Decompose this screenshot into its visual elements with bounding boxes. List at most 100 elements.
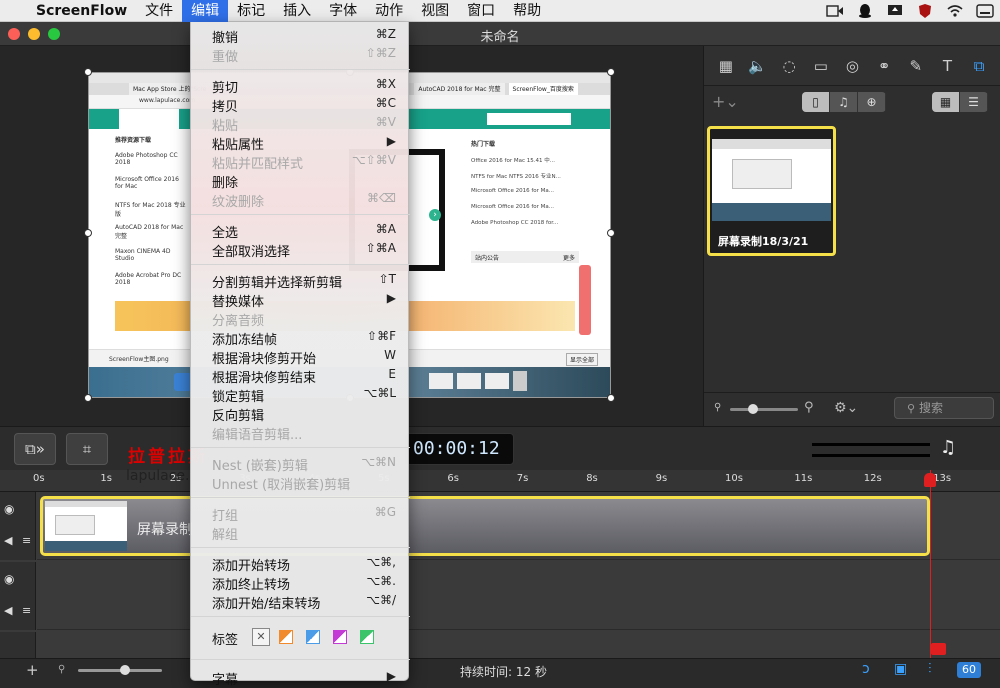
fps-badge[interactable]: 60 xyxy=(957,662,981,678)
media-type-segment: ▯ ♫ ⊕ xyxy=(802,92,886,112)
timeline-tracks: ◉ ◀ ≡ ◉ ◀ ≡ 屏幕录制 xyxy=(0,492,1000,658)
qq-icon[interactable] xyxy=(856,3,874,19)
resize-handle[interactable] xyxy=(607,394,615,402)
menu-item[interactable]: 剪切 ⌘X xyxy=(191,76,410,96)
menu-item-label: 根据滑块修剪结束 xyxy=(212,371,317,386)
list-view-icon[interactable]: ☰ xyxy=(960,92,988,112)
audio-waveform-icon[interactable]: ⫶ xyxy=(928,661,932,677)
tag-color-swatch[interactable] xyxy=(306,630,320,644)
tag-color-swatch[interactable] xyxy=(279,630,293,644)
menu-item-shortcut: ⇧⌘Z xyxy=(365,46,396,60)
menu-item-shortcut: ⌘G xyxy=(374,505,396,519)
resize-handle[interactable] xyxy=(84,68,92,76)
menu-font[interactable]: 字体 xyxy=(320,0,366,22)
upload-status-icon[interactable] xyxy=(886,3,904,19)
thumbnail-size-slider[interactable] xyxy=(730,404,798,414)
menu-item[interactable]: 根据滑块修剪开始 W xyxy=(191,347,410,367)
menu-item[interactable]: 添加终止转场 ⌥⌘. xyxy=(191,573,410,593)
canvas-options-button[interactable]: ⧉» xyxy=(14,433,56,465)
menu-mark[interactable]: 标记 xyxy=(228,0,274,22)
menu-item-label: 粘贴属性 xyxy=(212,138,265,153)
no-tag-swatch[interactable]: ✕ xyxy=(252,628,270,646)
timeline-zoom-slider[interactable] xyxy=(78,665,162,675)
menu-item[interactable]: 添加开始转场 ⌥⌘, xyxy=(191,554,410,574)
menu-item[interactable]: 添加冻结帧 ⇧⌘F xyxy=(191,328,410,348)
track-menu-icon[interactable]: ≡ xyxy=(22,604,31,617)
annotation-icon[interactable]: ✎ xyxy=(905,57,927,75)
timeline-clip[interactable]: 屏幕录制 xyxy=(40,496,930,556)
resize-handle[interactable] xyxy=(607,229,615,237)
menu-insert[interactable]: 插入 xyxy=(274,0,320,22)
eye-icon[interactable]: ◉ xyxy=(4,502,14,516)
menu-item[interactable]: 全选 ⌘A xyxy=(191,221,410,241)
tag-color-swatch[interactable] xyxy=(360,630,374,644)
app-menu[interactable]: ScreenFlow xyxy=(27,0,136,22)
menu-item: 解组 xyxy=(191,523,410,543)
web-media-icon[interactable]: ⊕ xyxy=(858,92,886,112)
menu-item[interactable]: 替换媒体 ▶ xyxy=(191,290,410,310)
resize-handle[interactable] xyxy=(84,229,92,237)
menu-edit[interactable]: 编辑 xyxy=(182,0,229,22)
menu-item-shortcut: ⌘V xyxy=(375,115,396,129)
playhead-handle[interactable] xyxy=(924,473,936,487)
callout-icon[interactable]: ◌ xyxy=(778,57,800,75)
preview-hot-list: 热门下载 Office 2016 for Mac 15.41 中... NTFS… xyxy=(471,141,561,226)
headphones-icon[interactable]: ♫ xyxy=(940,437,956,458)
touch-callout-icon[interactable]: ◎ xyxy=(841,57,863,75)
menu-window[interactable]: 窗口 xyxy=(458,0,504,22)
menu-item[interactable]: 分割剪辑并选择新剪辑 ⇧T xyxy=(191,271,410,291)
media-thumbnail[interactable]: 屏幕录制18/3/21 xyxy=(707,126,836,256)
audio-properties-icon[interactable]: 🔈 xyxy=(746,57,768,75)
menu-help[interactable]: 帮助 xyxy=(504,0,550,22)
menu-item[interactable]: 锁定剪辑 ⌥⌘L xyxy=(191,385,410,405)
menu-item[interactable]: 反向剪辑 xyxy=(191,404,410,424)
menu-item[interactable]: 添加开始/结束转场 ⌥⌘/ xyxy=(191,592,410,612)
menu-item-label: 字幕 xyxy=(212,673,239,688)
menu-separator xyxy=(191,616,410,617)
image-icon[interactable]: ▣ xyxy=(894,661,907,677)
resize-handle[interactable] xyxy=(607,68,615,76)
crop-button[interactable]: ⌗ xyxy=(66,433,108,465)
shield-icon[interactable] xyxy=(916,3,934,19)
menu-item[interactable]: 粘贴属性 ▶ xyxy=(191,133,410,153)
input-method-icon[interactable] xyxy=(976,3,994,19)
add-track-icon[interactable]: + xyxy=(26,661,39,679)
menu-item[interactable]: 撤销 ⌘Z xyxy=(191,26,410,46)
video-properties-icon[interactable]: ▦ xyxy=(715,57,737,75)
menu-item-shortcut: ▶ xyxy=(386,134,396,148)
tag-color-swatch[interactable] xyxy=(333,630,347,644)
add-media-icon[interactable]: +⌄ xyxy=(712,92,739,111)
track-menu-icon[interactable]: ≡ xyxy=(22,534,31,547)
ruler-tick-label: 12s xyxy=(863,473,882,484)
music-media-icon[interactable]: ♫ xyxy=(830,92,858,112)
menu-item[interactable]: 拷贝 ⌘C xyxy=(191,95,410,115)
screen-recording-icon[interactable]: ▭ xyxy=(810,57,832,75)
document-media-icon[interactable]: ▯ xyxy=(802,92,830,112)
menu-action[interactable]: 动作 xyxy=(366,0,412,22)
menu-item-shortcut: ⌘X xyxy=(375,77,396,91)
eye-icon[interactable]: ◉ xyxy=(4,572,14,586)
menu-item[interactable]: 全部取消选择 ⇧⌘A xyxy=(191,240,410,260)
text-icon[interactable]: T xyxy=(936,57,958,75)
track-header: ◉ ◀ ≡ xyxy=(0,492,36,560)
menu-item[interactable]: 字幕 ▶ xyxy=(191,668,410,688)
playhead-end-marker[interactable] xyxy=(931,643,946,655)
apple-menu-icon[interactable] xyxy=(0,0,27,22)
gear-icon[interactable]: ⚙⌄ xyxy=(834,400,858,416)
speaker-icon[interactable]: ◀ xyxy=(4,534,12,547)
resize-handle[interactable] xyxy=(84,394,92,402)
menu-item[interactable]: 删除 xyxy=(191,171,410,191)
snapping-icon[interactable]: ↄ xyxy=(862,661,870,677)
media-library-icon[interactable]: ⧉ xyxy=(968,57,990,75)
speaker-icon[interactable]: ◀ xyxy=(4,604,12,617)
wifi-icon[interactable] xyxy=(946,3,964,19)
menu-item[interactable]: 根据滑块修剪结束 E xyxy=(191,366,410,386)
thumbnail-label: 屏幕录制18/3/21 xyxy=(718,235,809,248)
menu-view[interactable]: 视图 xyxy=(412,0,458,22)
menu-item-shortcut: ⌘Z xyxy=(375,27,396,41)
filters-icon[interactable]: ⚭ xyxy=(873,57,895,75)
screenflow-status-icon[interactable] xyxy=(826,3,844,19)
menu-file[interactable]: 文件 xyxy=(136,0,182,22)
grid-view-icon[interactable]: ▦ xyxy=(932,92,960,112)
menu-item-label: 拷贝 xyxy=(212,100,239,115)
